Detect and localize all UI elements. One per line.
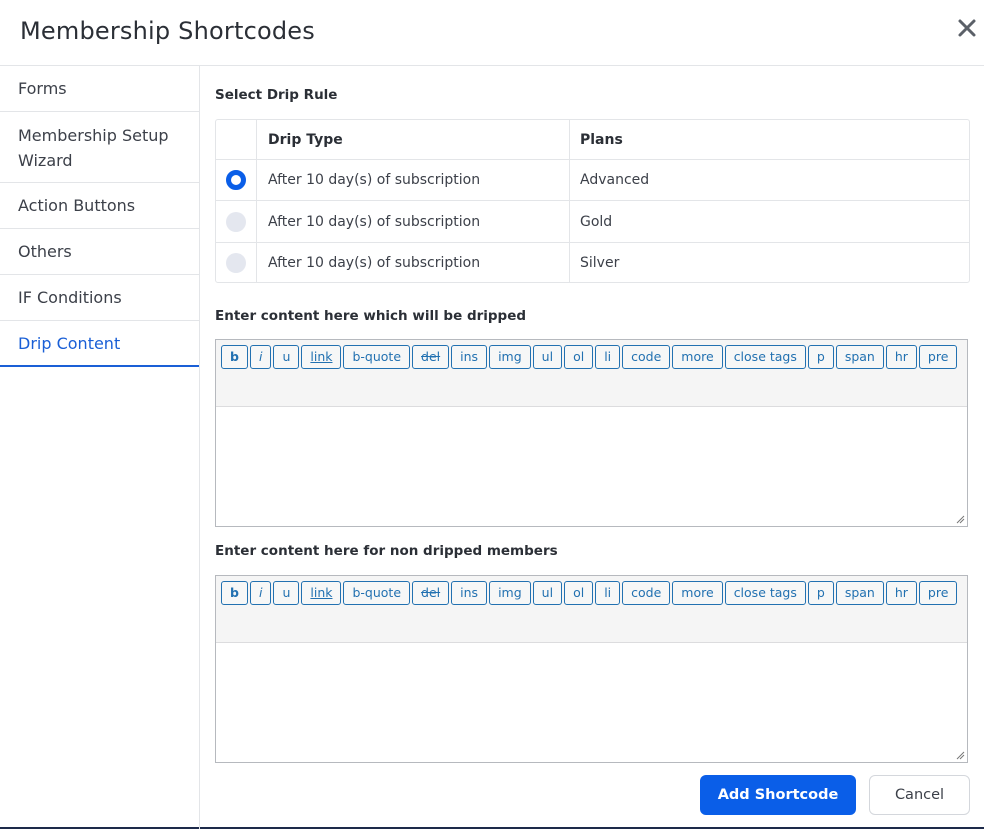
sidebar-item-forms[interactable]: Forms [0, 66, 199, 112]
sidebar-item-others[interactable]: Others [0, 229, 199, 275]
quicktag-del-button[interactable]: del [412, 581, 450, 605]
dialog-title: Membership Shortcodes [20, 17, 315, 45]
resize-handle-icon[interactable] [956, 751, 965, 760]
sidebar-item-action-buttons[interactable]: Action Buttons [0, 183, 199, 229]
quicktag-del-button[interactable]: del [412, 345, 450, 369]
sidebar: Forms Membership Setup Wizard Action But… [0, 66, 200, 829]
quicktag-b-quote-button[interactable]: b-quote [343, 345, 411, 369]
dripped-content-textarea[interactable] [216, 407, 967, 526]
drip-rule-radio[interactable] [226, 211, 246, 232]
sidebar-item-label: Membership Setup Wizard [18, 126, 169, 170]
drip-rule-table: Drip Type Plans After 10 day(s) of subsc… [215, 119, 970, 283]
quicktag-ins-button[interactable]: ins [451, 345, 488, 369]
non-dripped-content-editor: b i u link b-quote del ins img ul ol li code more clo… [215, 575, 968, 763]
sidebar-item-drip-content[interactable]: Drip Content [0, 321, 199, 367]
non-dripped-content-textarea[interactable] [216, 643, 967, 762]
resize-handle-icon[interactable] [956, 515, 965, 524]
drip-type-cell: After 10 day(s) of subscription [257, 201, 570, 242]
column-header-drip-type: Drip Type [257, 120, 570, 159]
sidebar-item-label: Drip Content [18, 334, 121, 353]
quicktag-b-button[interactable]: b [221, 581, 248, 605]
quicktag-link-button[interactable]: link [301, 581, 342, 605]
quicktag-ol-button[interactable]: ol [564, 581, 594, 605]
dripped-editor-toolbar: b i u link b-quote del ins img ul ol li code more clo… [216, 340, 967, 407]
quicktag-u-button[interactable]: u [273, 581, 300, 605]
quicktag-code-button[interactable]: code [622, 581, 671, 605]
quicktag-img-button[interactable]: img [489, 345, 531, 369]
select-drip-rule-label: Select Drip Rule [215, 87, 338, 103]
quicktag-b-button[interactable]: b [221, 345, 248, 369]
quicktag-close-tags-button[interactable]: close tags [724, 345, 806, 369]
table-row[interactable]: After 10 day(s) of subscription Gold [216, 201, 969, 243]
plan-cell: Silver [580, 255, 620, 271]
sidebar-item-label: Others [18, 242, 72, 261]
quicktag-img-button[interactable]: img [489, 581, 531, 605]
quicktag-more-button[interactable]: more [672, 345, 723, 369]
quicktag-span-button[interactable]: span [835, 345, 884, 369]
non-dripped-editor-toolbar: b i u link b-quote del ins img ul ol li code more clo… [216, 576, 967, 643]
quicktag-code-button[interactable]: code [622, 345, 671, 369]
quicktag-li-button[interactable]: li [595, 581, 621, 605]
quicktag-more-button[interactable]: more [672, 581, 723, 605]
drip-type-cell: After 10 day(s) of subscription [257, 160, 570, 200]
quicktag-link-button[interactable]: link [301, 345, 342, 369]
quicktag-i-button[interactable]: i [249, 345, 272, 369]
dialog-header: Membership Shortcodes [0, 0, 984, 66]
quicktag-pre-button[interactable]: pre [918, 581, 958, 605]
drip-rule-radio-selected[interactable] [226, 170, 246, 190]
sidebar-item-label: Action Buttons [18, 196, 136, 215]
table-row[interactable]: After 10 day(s) of subscription Silver [216, 243, 969, 283]
quicktag-ul-button[interactable]: ul [532, 581, 563, 605]
quicktag-p-button[interactable]: p [807, 581, 834, 605]
non-dripped-content-label: Enter content here for non dripped membe… [215, 543, 558, 559]
quicktag-p-button[interactable]: p [807, 345, 834, 369]
sidebar-item-if-conditions[interactable]: IF Conditions [0, 275, 199, 321]
column-header-plans: Plans [580, 131, 623, 148]
quicktag-i-button[interactable]: i [249, 581, 272, 605]
quicktag-ul-button[interactable]: ul [532, 345, 563, 369]
quicktag-ins-button[interactable]: ins [451, 581, 488, 605]
quicktag-ol-button[interactable]: ol [564, 345, 594, 369]
dripped-content-editor: b i u link b-quote del ins img ul ol li code more clo… [215, 339, 968, 527]
drip-type-cell: After 10 day(s) of subscription [257, 243, 570, 283]
quicktag-b-quote-button[interactable]: b-quote [343, 581, 411, 605]
quicktag-span-button[interactable]: span [835, 581, 884, 605]
sidebar-item-membership-setup-wizard[interactable]: Membership Setup Wizard [0, 112, 199, 183]
dripped-content-label: Enter content here which will be dripped [215, 308, 527, 324]
quicktag-u-button[interactable]: u [273, 345, 300, 369]
plan-cell: Gold [580, 213, 613, 230]
drip-rule-radio[interactable] [226, 253, 246, 273]
cancel-button[interactable]: Cancel [869, 775, 970, 815]
sidebar-item-label: Forms [18, 79, 67, 98]
membership-shortcodes-dialog: Membership Shortcodes Forms Membership S… [0, 0, 984, 829]
plan-cell: Advanced [580, 172, 650, 188]
sidebar-item-label: IF Conditions [18, 288, 122, 307]
close-icon[interactable] [955, 16, 979, 40]
table-header-row: Drip Type Plans [216, 120, 969, 160]
quicktag-pre-button[interactable]: pre [918, 345, 958, 369]
add-shortcode-button[interactable]: Add Shortcode [700, 775, 856, 815]
quicktag-close-tags-button[interactable]: close tags [724, 581, 806, 605]
quicktag-hr-button[interactable]: hr [885, 581, 917, 605]
quicktag-hr-button[interactable]: hr [885, 345, 917, 369]
table-row[interactable]: After 10 day(s) of subscription Advanced [216, 160, 969, 201]
quicktag-li-button[interactable]: li [595, 345, 621, 369]
